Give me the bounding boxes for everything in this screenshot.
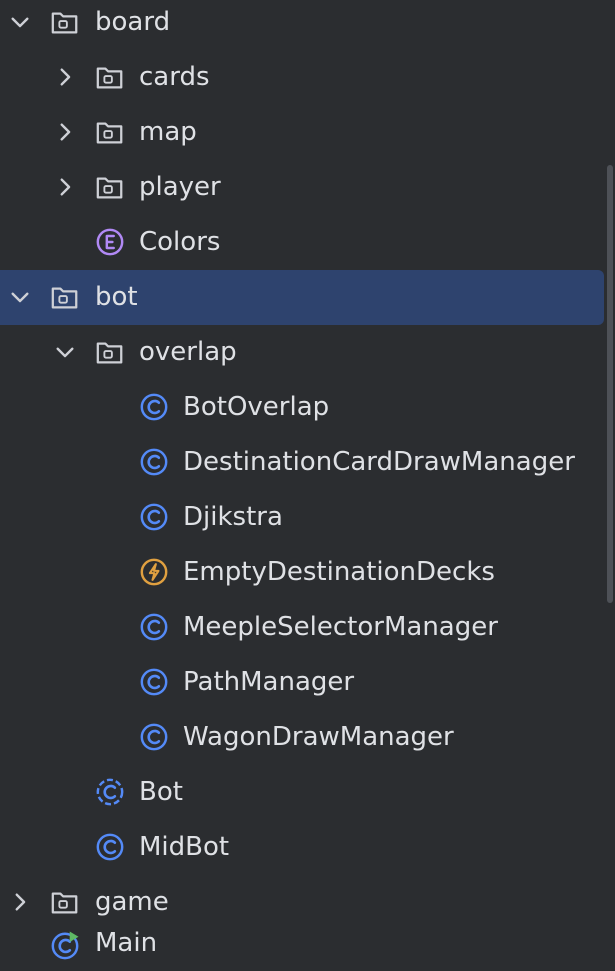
package-folder-icon — [95, 172, 125, 202]
tree-label: Djikstra — [183, 502, 283, 532]
exception-class-icon — [139, 557, 169, 587]
tree-label: BotOverlap — [183, 392, 330, 422]
tree-label: Colors — [139, 227, 221, 257]
tree-label: DestinationCardDrawManager — [183, 447, 575, 477]
chevron-down-icon[interactable] — [52, 339, 78, 365]
package-folder-icon — [95, 117, 125, 147]
tree-row-destinationcarddrawmanager[interactable]: DestinationCardDrawManager — [0, 435, 604, 490]
tree-row-map[interactable]: map — [0, 105, 604, 160]
chevron-down-icon[interactable] — [7, 284, 33, 310]
runnable-class-icon — [50, 930, 80, 960]
package-folder-icon — [50, 282, 80, 312]
tree-row-meepleselectormanager[interactable]: MeepleSelectorManager — [0, 600, 604, 655]
tree-label: Main — [95, 928, 158, 958]
tree-label: game — [95, 887, 169, 917]
class-icon — [139, 392, 169, 422]
tree-label: overlap — [139, 337, 237, 367]
tree-row-midbot[interactable]: MidBot — [0, 820, 604, 875]
package-folder-icon — [95, 337, 125, 367]
tree-row-botoverlap[interactable]: BotOverlap — [0, 380, 604, 435]
tree-row-colors[interactable]: Colors — [0, 215, 604, 270]
chevron-right-icon[interactable] — [52, 64, 78, 90]
class-icon — [139, 447, 169, 477]
class-icon — [139, 667, 169, 697]
tree-label: bot — [95, 282, 138, 312]
tree-row-emptydestinationdecks[interactable]: EmptyDestinationDecks — [0, 545, 604, 600]
tree-row-djikstra[interactable]: Djikstra — [0, 490, 604, 545]
abstract-class-icon — [95, 777, 125, 807]
package-folder-icon — [50, 887, 80, 917]
class-icon — [139, 612, 169, 642]
tree-label: WagonDrawManager — [183, 722, 454, 752]
scrollbar-thumb[interactable] — [607, 165, 613, 603]
tree-row-board[interactable]: board — [0, 0, 604, 50]
tree-label: MidBot — [139, 832, 230, 862]
tree-row-player[interactable]: player — [0, 160, 604, 215]
enum-icon — [95, 227, 125, 257]
tree-label: PathManager — [183, 667, 355, 697]
chevron-right-icon[interactable] — [52, 174, 78, 200]
tree-label: MeepleSelectorManager — [183, 612, 498, 642]
tree-label: map — [139, 117, 197, 147]
chevron-down-icon[interactable] — [7, 9, 33, 35]
tree-row-main[interactable]: Main — [0, 916, 604, 971]
tree-row-bot-class[interactable]: Bot — [0, 765, 604, 820]
chevron-right-icon[interactable] — [7, 889, 33, 915]
tree-row-pathmanager[interactable]: PathManager — [0, 655, 604, 710]
chevron-right-icon[interactable] — [52, 119, 78, 145]
class-icon — [95, 832, 125, 862]
tree-row-wagondrawmanager[interactable]: WagonDrawManager — [0, 710, 604, 765]
tree-row-overlap[interactable]: overlap — [0, 325, 604, 380]
project-tree: board cards map player Colors bot overla… — [0, 0, 615, 971]
tree-label: cards — [139, 62, 210, 92]
tree-row-cards[interactable]: cards — [0, 50, 604, 105]
tree-row-bot[interactable]: bot — [0, 270, 604, 325]
vertical-scrollbar[interactable] — [605, 0, 615, 971]
tree-label: player — [139, 172, 221, 202]
tree-label: board — [95, 7, 171, 37]
tree-label: Bot — [139, 777, 183, 807]
tree-label: EmptyDestinationDecks — [183, 557, 495, 587]
class-icon — [139, 502, 169, 532]
class-icon — [139, 722, 169, 752]
package-folder-icon — [95, 62, 125, 92]
package-folder-icon — [50, 7, 80, 37]
